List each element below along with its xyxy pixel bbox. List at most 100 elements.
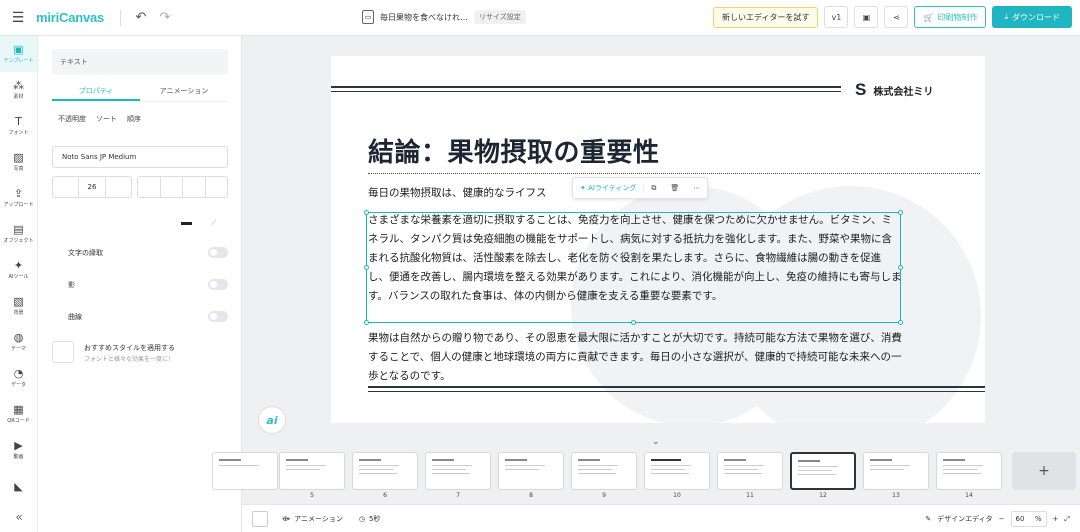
text-color-swatch[interactable] (181, 222, 192, 225)
more-icon[interactable]: ⋯ (686, 184, 707, 192)
fullscreen-icon[interactable]: ⤢ (1064, 515, 1070, 524)
share-icon[interactable]: ⋖ (884, 6, 909, 28)
rail-item-font[interactable]: T フォント (0, 108, 37, 144)
document-info: ▭ 毎日果物を食べなけれ… リサイズ設定 (362, 10, 526, 24)
rail-item-background[interactable]: ▧ 背景 (0, 288, 37, 324)
rail-item-template[interactable]: ▣ テンプレート (0, 36, 37, 72)
order-option[interactable]: 順序 (127, 114, 141, 124)
text-layer-field[interactable]: テキスト (52, 49, 228, 75)
page-thumbnail[interactable] (212, 452, 278, 490)
version-button[interactable]: v1 (824, 6, 849, 28)
zoom-controls: ✎ デザインエディタ − 60% + ⤢ (925, 511, 1070, 527)
tab-animation[interactable]: アニメーション (140, 84, 228, 101)
page-thumbnail[interactable] (498, 452, 564, 490)
font-size-value[interactable]: 26 (79, 177, 106, 197)
rail-item-ai-tools[interactable]: ✦ AIツール (0, 252, 37, 288)
footer-rule (368, 391, 985, 392)
download-button[interactable]: ⤓ ダウンロード (992, 6, 1072, 28)
duplicate-icon[interactable]: ⧉ (644, 184, 663, 193)
rail-item-data[interactable]: ◔ データ (0, 360, 37, 396)
page-thumbnail[interactable] (717, 452, 783, 490)
sort-option[interactable]: ソート (96, 114, 117, 124)
rail-item-object[interactable]: ▤ オブジェクト (0, 216, 37, 252)
rail-item-photo[interactable]: ▨ 写真 (0, 144, 37, 180)
resize-button[interactable]: リサイズ設定 (474, 10, 526, 24)
page-thumbnail[interactable] (936, 452, 1002, 490)
resize-handle[interactable] (898, 210, 903, 215)
logo[interactable]: miriCanvas (36, 10, 114, 25)
shadow-toggle[interactable] (208, 279, 228, 290)
zoom-out-button[interactable]: − (999, 515, 1005, 523)
document-title[interactable]: 毎日果物を食べなけれ… (380, 12, 468, 23)
print-button[interactable]: 🛒 印刷物制作 (914, 6, 987, 28)
tab-properties[interactable]: プロパティ (52, 84, 140, 101)
rail-item-elements[interactable]: ⁂ 素材 (0, 72, 37, 108)
animation-button[interactable]: ⟴ アニメーション (282, 514, 343, 524)
page-number: 13 (892, 492, 900, 499)
design-editor-button[interactable]: デザインエディタ (937, 514, 993, 524)
rail-item-theme[interactable]: ◍ テーマ (0, 324, 37, 360)
recommended-style-title[interactable]: おすすめスタイルを適用する (84, 343, 175, 353)
resize-handle[interactable] (364, 210, 369, 215)
page-thumbnail[interactable] (571, 452, 637, 490)
resize-handle[interactable] (898, 265, 903, 270)
underline-button[interactable] (183, 177, 206, 197)
redo-icon[interactable]: ↷ (153, 10, 177, 25)
ai-assistant-button[interactable]: ai (258, 406, 286, 434)
outline-label: 文字の縁取 (68, 248, 103, 257)
sub-options: 不透明度 ソート 順序 (58, 114, 141, 124)
page-number: 8 (529, 492, 533, 499)
size-increase-button[interactable] (106, 177, 131, 197)
highlight-color-icon[interactable]: ⟋ (211, 218, 217, 228)
opacity-option[interactable]: 不透明度 (58, 114, 86, 124)
page-thumbnail[interactable] (425, 452, 491, 490)
size-decrease-button[interactable] (53, 177, 80, 197)
slide-title[interactable]: 結論：果物摂取の重要性 (368, 132, 660, 169)
italic-button[interactable] (161, 177, 183, 197)
elements-icon: ⁂ (13, 79, 24, 92)
save-icon[interactable]: ▣ (854, 6, 879, 28)
outline-row: 文字の縁取 (68, 247, 228, 258)
page-thumbnail[interactable] (644, 452, 710, 490)
page-thumbnail[interactable] (279, 452, 345, 490)
zoom-input[interactable]: 60% (1010, 511, 1047, 527)
page-thumbnail-active[interactable] (790, 452, 856, 490)
closing-text[interactable]: 果物は自然からの贈り物であり、その恩恵を最大限に活かすことが大切です。持続可能な… (368, 329, 902, 386)
rail-item-upload[interactable]: ⇪ アップロード (0, 180, 37, 216)
outline-toggle[interactable] (208, 247, 228, 258)
sparkle-icon: ✦ (580, 184, 589, 192)
recommended-style-thumb[interactable] (52, 341, 74, 363)
dotted-rule (368, 173, 980, 174)
ai-writing-button[interactable]: ✦ AIライティング (573, 183, 645, 193)
resize-handle[interactable] (364, 265, 369, 270)
floating-toolbar: ✦ AIライティング ⧉ 🗑 ⋯ (572, 177, 709, 199)
rail-item-bookmark[interactable]: ◣ (0, 468, 37, 504)
curve-toggle[interactable] (208, 311, 228, 322)
background-icon: ▧ (13, 295, 24, 308)
page-thumbnail[interactable] (352, 452, 418, 490)
bookmark-icon: ◣ (14, 479, 23, 493)
animation-label: アニメーション (294, 514, 343, 523)
page-thumbnail[interactable] (863, 452, 929, 490)
slide[interactable]: S 株式会社ミリ 結論：果物摂取の重要性 毎日の果物摂取は、健康的なライフス さ… (331, 56, 985, 423)
delete-icon[interactable]: 🗑 (663, 184, 686, 192)
undo-icon[interactable]: ↶ (129, 10, 153, 25)
rail-item-video[interactable]: ▶ 動画 (0, 432, 37, 468)
new-editor-button[interactable]: 新しいエディターを試す (713, 6, 819, 28)
strike-button[interactable] (206, 177, 228, 197)
menu-icon[interactable]: ☰ (0, 10, 36, 26)
bold-button[interactable] (138, 177, 161, 197)
collapse-icon[interactable]: « (0, 510, 38, 524)
add-page-button[interactable]: + (1012, 452, 1076, 490)
page-background-swatch[interactable] (252, 510, 268, 527)
zoom-in-button[interactable]: + (1053, 515, 1059, 523)
font-select[interactable]: Noto Sans JP Medium (52, 146, 228, 168)
company-mark[interactable]: S 株式会社ミリ (855, 80, 933, 100)
rotate-handle[interactable] (631, 320, 636, 325)
selection-frame[interactable] (364, 210, 903, 325)
rail-item-qrcode[interactable]: ▦ QRコード (0, 396, 37, 432)
duration-button[interactable]: ◷ 5秒 (359, 514, 381, 524)
resize-handle[interactable] (364, 320, 369, 325)
resize-handle[interactable] (898, 320, 903, 325)
rail-label: オブジェクト (3, 238, 34, 244)
